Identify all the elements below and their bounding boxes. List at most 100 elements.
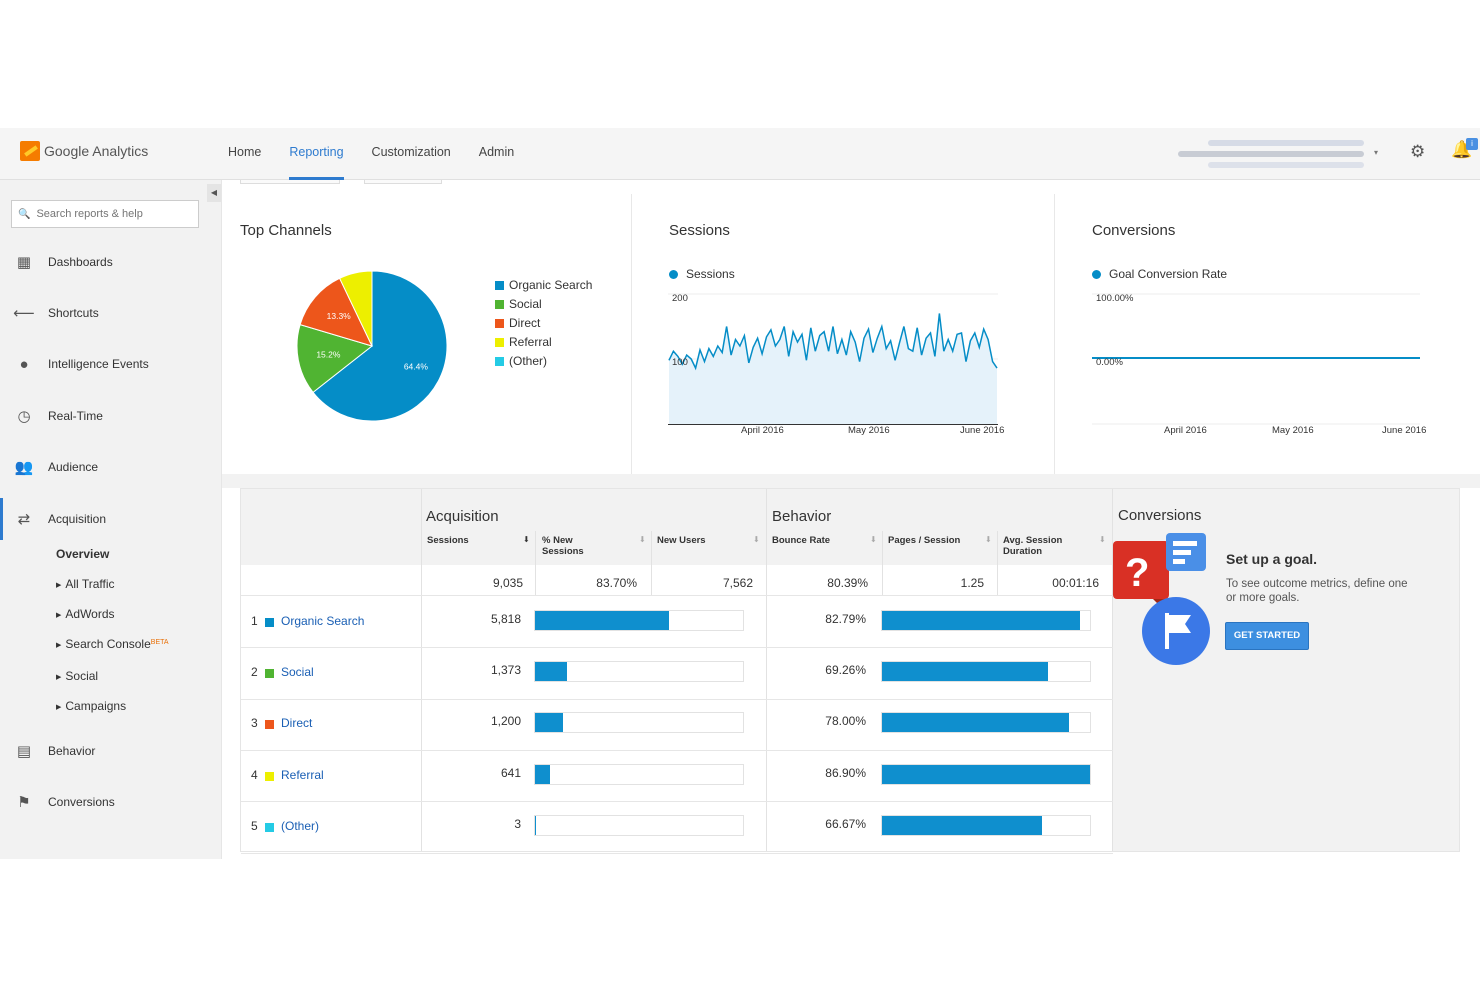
sidebar: ◀ 🔍 ▦ Dashboards ⟵ Shortcuts ● Intellige…: [0, 180, 222, 859]
channel-link[interactable]: Social: [281, 665, 314, 679]
sessions-area-chart[interactable]: [668, 284, 1000, 434]
column-header-row: Sessions ⬇ % New Sessions ⬇ New Users ⬇ B…: [241, 531, 1113, 565]
sort-icon[interactable]: ⬇: [870, 535, 877, 544]
channel-link[interactable]: Referral: [281, 768, 324, 782]
caret-right-icon: ▶: [56, 642, 62, 649]
people-icon: 👥: [14, 459, 34, 476]
sort-icon[interactable]: ⬇: [985, 535, 992, 544]
nav-admin[interactable]: Admin: [479, 128, 514, 180]
col-avg-duration[interactable]: Avg. Session Duration: [1003, 535, 1062, 557]
legend-direct[interactable]: Direct: [495, 316, 540, 330]
legend-goal-conversion-rate[interactable]: Goal Conversion Rate: [1092, 267, 1227, 281]
goal-title: Set up a goal.: [1226, 551, 1318, 567]
lightbulb-icon: ●: [19, 355, 29, 373]
legend-swatch: [669, 269, 678, 279]
col-sessions[interactable]: Sessions: [427, 535, 469, 546]
legend-swatch: [495, 299, 504, 309]
bar-fill: [535, 713, 563, 733]
flag-icon: ⚑: [17, 794, 31, 811]
x-tick: April 2016: [1164, 425, 1207, 436]
sidebar-item-label: Dashboards: [48, 255, 113, 269]
nav-reporting[interactable]: Reporting: [289, 128, 344, 180]
legend-label: Referral: [509, 335, 552, 349]
pie-slice-label: 64.4%: [404, 361, 429, 371]
gear-icon[interactable]: ⚙: [1410, 142, 1425, 162]
bar-fill: [535, 764, 550, 784]
total-new-users: 7,562: [722, 576, 753, 590]
nav-home[interactable]: Home: [228, 128, 261, 180]
row-sessions: 641: [500, 765, 521, 780]
bounce-rate-bar: [881, 814, 1091, 836]
top-channels-pie[interactable]: 64.4% 15.2% 13.3%: [282, 264, 462, 444]
sidebar-sub-campaigns[interactable]: ▶ Campaigns: [56, 699, 126, 713]
get-started-button[interactable]: GET STARTED: [1225, 622, 1309, 650]
bar-fill: [535, 815, 536, 835]
sort-icon[interactable]: ⬇: [753, 535, 760, 544]
legend-swatch: [495, 337, 504, 347]
pie-slice-label: 15.2%: [316, 350, 341, 360]
row-sessions: 3: [514, 816, 521, 831]
account-selector[interactable]: ▾: [1178, 138, 1378, 170]
sidebar-item-shortcuts[interactable]: ⟵ Shortcuts: [0, 298, 222, 328]
notification-badge[interactable]: i: [1466, 138, 1478, 150]
sidebar-item-label: Real-Time: [48, 409, 103, 423]
bounce-rate-bar: [881, 609, 1091, 631]
tab-stub[interactable]: [364, 180, 442, 184]
sidebar-item-intelligence-events[interactable]: ● Intelligence Events: [0, 349, 222, 379]
sort-icon[interactable]: ⬇: [1099, 535, 1106, 544]
arrow-shortcut-icon: ⟵: [13, 305, 35, 322]
logo[interactable]: Google Analytics: [20, 141, 148, 161]
sidebar-sub-overview[interactable]: Overview: [56, 547, 109, 561]
bar-fill: [535, 661, 567, 681]
legend-organic-search[interactable]: Organic Search: [495, 278, 592, 292]
sidebar-item-acquisition[interactable]: ⇄ Acquisition: [0, 498, 222, 540]
sidebar-item-label: Intelligence Events: [48, 357, 149, 371]
search-box[interactable]: 🔍: [11, 200, 199, 228]
group-conversions: Conversions: [1118, 507, 1202, 524]
collapse-sidebar-icon[interactable]: ◀: [207, 184, 221, 202]
nav-customization[interactable]: Customization: [372, 128, 451, 180]
sidebar-item-dashboards[interactable]: ▦ Dashboards: [0, 247, 222, 277]
channel-color-swatch: [265, 668, 274, 678]
x-tick: June 2016: [1382, 425, 1427, 436]
svg-text:?: ?: [1125, 551, 1149, 595]
sidebar-item-audience[interactable]: 👥 Audience: [0, 452, 222, 482]
chevron-down-icon[interactable]: ▾: [1374, 148, 1378, 157]
legend-other[interactable]: (Other): [495, 354, 547, 368]
legend-label: (Other): [509, 354, 548, 368]
col-label: Duration: [1003, 546, 1043, 557]
search-input[interactable]: [36, 208, 187, 220]
tab-stub[interactable]: [240, 180, 340, 184]
sidebar-sub-social[interactable]: ▶ Social: [56, 669, 98, 683]
sort-desc-icon[interactable]: ⬇: [523, 535, 530, 544]
conversions-line-chart[interactable]: [1092, 284, 1422, 434]
sort-icon[interactable]: ⬇: [639, 535, 646, 544]
sidebar-item-behavior[interactable]: ▤ Behavior: [0, 736, 222, 766]
sidebar-item-real-time[interactable]: ◷ Real-Time: [0, 401, 222, 431]
arrows-icon: ⇄: [17, 511, 31, 528]
col-pages-session[interactable]: Pages / Session: [888, 535, 960, 546]
col-new-users[interactable]: New Users: [657, 535, 706, 546]
sidebar-sub-all-traffic[interactable]: ▶ All Traffic: [56, 577, 115, 591]
pie-slice-label: 13.3%: [327, 311, 352, 321]
legend-referral[interactable]: Referral: [495, 335, 552, 349]
legend-swatch: [495, 280, 504, 290]
legend-label: Sessions: [686, 267, 735, 281]
legend-social[interactable]: Social: [495, 297, 542, 311]
sidebar-sub-search-console[interactable]: ▶ Search ConsoleBETA: [56, 637, 169, 651]
new-sessions-bar: [534, 609, 744, 631]
legend-sessions[interactable]: Sessions: [669, 267, 735, 281]
caret-right-icon: ▶: [56, 582, 62, 589]
sidebar-item-conversions[interactable]: ⚑ Conversions: [0, 787, 222, 817]
sub-label: Search Console: [65, 637, 151, 651]
col-bounce-rate[interactable]: Bounce Rate: [772, 535, 830, 546]
channel-link[interactable]: Organic Search: [281, 614, 364, 628]
bounce-rate-bar: [881, 660, 1091, 682]
y-tick: 0.00%: [1096, 357, 1123, 368]
channel-link[interactable]: Direct: [281, 716, 312, 730]
goal-illustration-icon: ?: [1113, 533, 1210, 665]
channel-link[interactable]: (Other): [281, 819, 319, 833]
sidebar-sub-adwords[interactable]: ▶ AdWords: [56, 607, 115, 621]
col-new-sessions[interactable]: % New Sessions: [542, 535, 584, 557]
row-bounce-rate: 78.00%: [825, 714, 866, 729]
